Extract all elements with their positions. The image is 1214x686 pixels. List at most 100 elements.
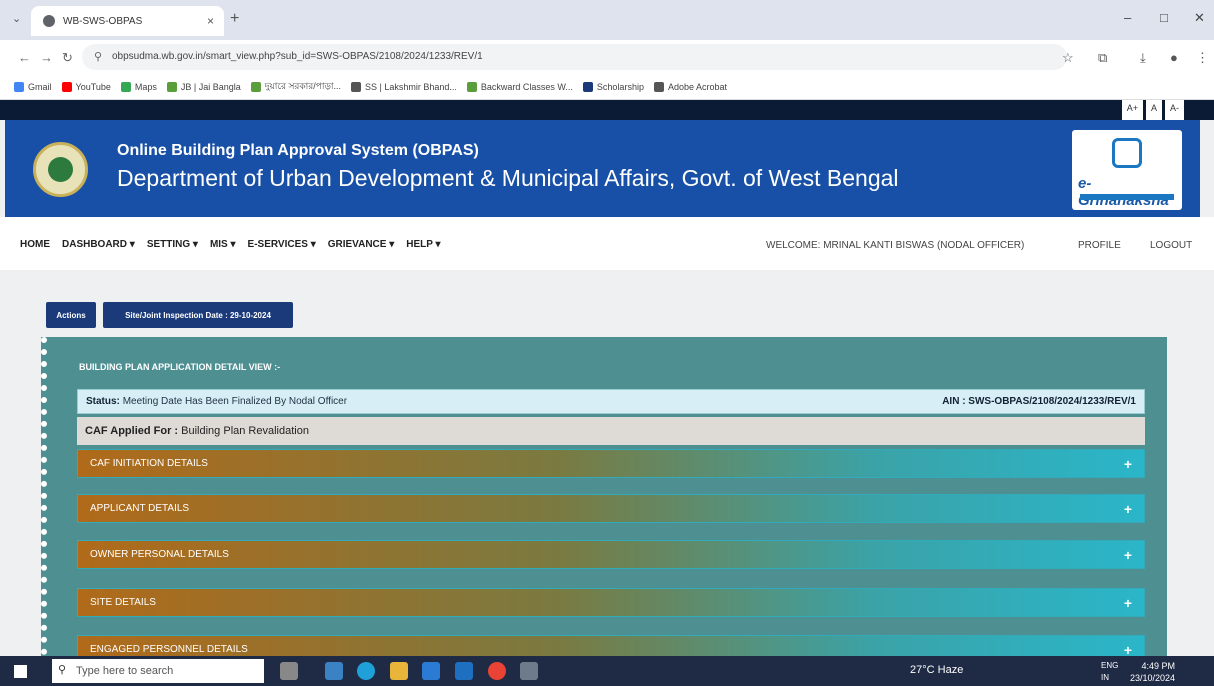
nav-mis[interactable]: MIS ▾ — [210, 239, 236, 250]
reload-icon[interactable]: ↻ — [62, 50, 73, 66]
header-banner: Online Building Plan Approval System (OB… — [5, 120, 1200, 217]
weather-widget[interactable]: 27°C Haze — [910, 664, 963, 676]
bookmark-favicon-icon — [14, 81, 24, 92]
download-icon[interactable]: ⤓ — [1140, 50, 1146, 66]
application-detail-panel: BUILDING PLAN APPLICATION DETAIL VIEW :-… — [41, 337, 1167, 656]
bookmark-label: JB | Jai Bangla — [180, 81, 241, 92]
nav-dashboard[interactable]: DASHBOARD ▾ — [62, 239, 135, 250]
nav-menu: HOME DASHBOARD ▾ SETTING ▾ MIS ▾ E-SERVI… — [20, 239, 441, 250]
welcome-text: WELCOME: MRINAL KANTI BISWAS (NODAL OFFI… — [766, 240, 1025, 251]
browser-tab[interactable]: WB-SWS-OBPAS × — [31, 6, 224, 36]
section-owner-personal[interactable]: OWNER PERSONAL DETAILS + — [77, 540, 1145, 569]
browser-menu-icon[interactable]: ⋮ — [1196, 50, 1209, 66]
minimize-icon[interactable]: – — [1124, 10, 1131, 25]
section-applicant[interactable]: APPLICANT DETAILS + — [77, 494, 1145, 523]
new-tab-icon[interactable]: + — [230, 10, 239, 28]
logout-link[interactable]: LOGOUT — [1150, 240, 1192, 251]
expand-icon[interactable]: + — [1124, 456, 1132, 472]
browser-tab-bar: ⌄ WB-SWS-OBPAS × + – □ ✕ — [0, 0, 1214, 40]
url-text: obpsudma.wb.gov.in/smart_view.php?sub_id… — [112, 51, 483, 62]
bookmark-item[interactable]: YouTube — [61, 81, 111, 92]
nav-home[interactable]: HOME — [20, 239, 50, 250]
expand-icon[interactable]: + — [1124, 595, 1132, 611]
font-decrease-button[interactable]: A- — [1165, 100, 1184, 120]
app-icon-2[interactable] — [520, 662, 538, 680]
expand-icon[interactable]: + — [1124, 547, 1132, 563]
site-inspection-date-button[interactable]: Site/Joint Inspection Date : 29-10-2024 — [103, 302, 293, 328]
app-icon[interactable] — [325, 662, 343, 680]
edge-icon[interactable] — [357, 662, 375, 680]
profile-link[interactable]: PROFILE — [1078, 240, 1121, 251]
expand-icon[interactable]: + — [1124, 642, 1132, 657]
bookmark-item[interactable]: Adobe Acrobat — [653, 81, 727, 92]
bookmark-label: SS | Lakshmir Bhand... — [365, 81, 457, 92]
nav-grievance[interactable]: GRIEVANCE ▾ — [328, 239, 395, 250]
address-bar[interactable]: ⚲ obpsudma.wb.gov.in/smart_view.php?sub_… — [82, 44, 1067, 70]
language-indicator[interactable]: ENG IN — [1101, 660, 1118, 684]
bookmark-favicon-icon — [61, 81, 72, 92]
section-engaged-personnel[interactable]: ENGAGED PERSONNEL DETAILS + — [77, 635, 1145, 656]
clock-time: 4:49 PM — [1141, 661, 1176, 671]
bookmark-favicon-icon — [653, 81, 664, 92]
main-nav: HOME DASHBOARD ▾ SETTING ▾ MIS ▾ E-SERVI… — [0, 217, 1214, 270]
search-icon: ⚲ — [58, 664, 67, 676]
status-value: Meeting Date Has Been Finalized By Nodal… — [122, 396, 348, 407]
windows-taskbar: ⚲ Type here to search 27°C Haze ENG IN 4… — [0, 656, 1214, 686]
file-explorer-icon[interactable] — [390, 662, 408, 680]
bookmark-favicon-icon — [582, 81, 593, 92]
bookmark-item[interactable]: Scholarship — [582, 81, 644, 92]
section-title: ENGAGED PERSONNEL DETAILS — [90, 644, 248, 655]
actions-button[interactable]: Actions — [46, 302, 96, 328]
web-page: A+ A A- Online Building Plan Approval Sy… — [0, 100, 1214, 656]
bookmark-item[interactable]: Backward Classes W... — [466, 81, 573, 92]
bookmark-label: Adobe Acrobat — [667, 81, 727, 92]
e-grihanaksha-logo: e-Grihanaksha — [1072, 130, 1182, 210]
nav-help[interactable]: HELP ▾ — [406, 239, 440, 250]
store-icon[interactable] — [422, 662, 440, 680]
bookmark-item[interactable]: JB | Jai Bangla — [166, 81, 241, 92]
maximize-icon[interactable]: □ — [1160, 10, 1168, 25]
bookmark-label: দুয়ারে সরকার/পাড়া... — [264, 81, 341, 91]
lang-line2: IN — [1101, 673, 1109, 682]
font-normal-button[interactable]: A — [1145, 100, 1162, 120]
close-window-icon[interactable]: ✕ — [1194, 10, 1205, 26]
windows-start-icon[interactable] — [14, 665, 27, 678]
font-increase-button[interactable]: A+ — [1121, 100, 1143, 120]
extensions-icon[interactable]: ⧉ — [1098, 50, 1107, 66]
bookmark-favicon-icon — [166, 81, 177, 92]
expand-icon[interactable]: + — [1124, 501, 1132, 517]
chrome-icon[interactable] — [488, 662, 506, 680]
wb-govt-seal-logo — [33, 142, 88, 197]
taskbar-search[interactable]: ⚲ Type here to search — [52, 659, 264, 683]
section-caf-initiation[interactable]: CAF INITIATION DETAILS + — [77, 449, 1145, 478]
bookmark-item[interactable]: Maps — [120, 81, 157, 92]
tab-search-icon[interactable]: ⌄ — [12, 12, 21, 25]
bookmark-item[interactable]: দুয়ারে সরকার/পাড়া... — [250, 79, 341, 94]
nav-setting[interactable]: SETTING ▾ — [147, 239, 198, 250]
logo-subtitle-bar — [1080, 194, 1174, 200]
section-title: OWNER PERSONAL DETAILS — [90, 549, 229, 560]
bookmark-star-icon[interactable]: ☆ — [1062, 50, 1074, 66]
section-title: SITE DETAILS — [90, 597, 156, 608]
status-bar: Status: Meeting Date Has Been Finalized … — [77, 389, 1145, 414]
bookmark-item[interactable]: SS | Lakshmir Bhand... — [351, 81, 457, 92]
site-info-icon[interactable]: ⚲ — [94, 50, 102, 63]
caf-value: Building Plan Revalidation — [181, 425, 309, 437]
bookmark-label: Backward Classes W... — [480, 81, 573, 92]
bookmark-label: YouTube — [75, 81, 111, 92]
search-placeholder: Type here to search — [76, 665, 174, 677]
task-view-icon[interactable] — [280, 662, 298, 680]
bookmark-item[interactable]: Gmail — [14, 81, 52, 92]
nav-e-services[interactable]: E-SERVICES ▾ — [248, 239, 316, 250]
profile-icon[interactable]: ● — [1170, 50, 1178, 65]
mail-icon[interactable] — [455, 662, 473, 680]
taskbar-clock[interactable]: 4:49 PM 23/10/2024 — [1130, 660, 1175, 684]
department-title: Department of Urban Development & Munici… — [117, 165, 899, 191]
tab-close-icon[interactable]: × — [207, 14, 214, 28]
section-site[interactable]: SITE DETAILS + — [77, 588, 1145, 617]
system-title: Online Building Plan Approval System (OB… — [117, 142, 479, 159]
forward-icon[interactable]: → — [40, 50, 53, 65]
top-strip: A+ A A- — [0, 100, 1214, 120]
back-icon[interactable]: ← — [18, 50, 31, 65]
section-title: APPLICANT DETAILS — [90, 503, 190, 514]
